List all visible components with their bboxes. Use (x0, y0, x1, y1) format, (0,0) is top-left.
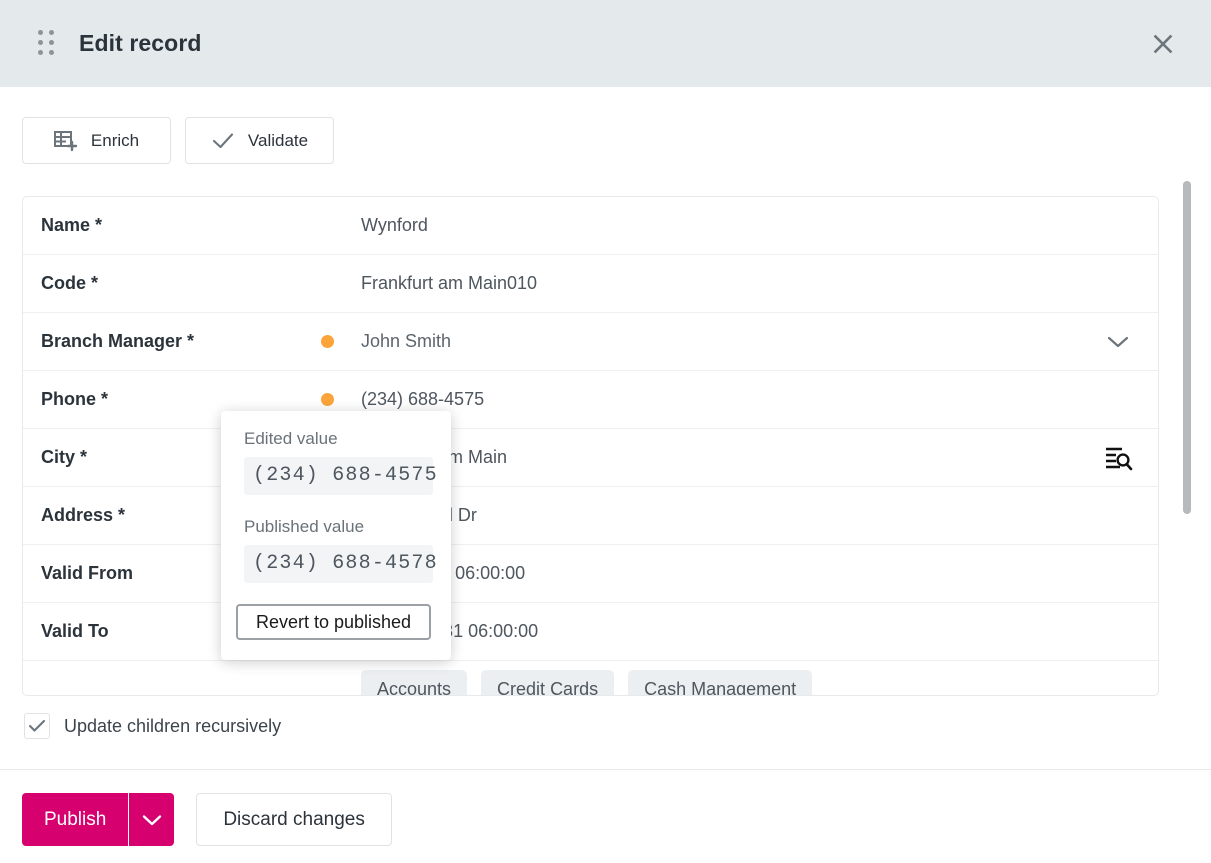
update-children-recursively-label[interactable]: Update children recursively (64, 716, 281, 737)
table-row: Name * Wynford (23, 197, 1158, 255)
change-indicator-branch-manager[interactable] (321, 335, 361, 348)
table-row: Valid To 2029 Dec 31 06:00:00 (23, 603, 1158, 661)
close-button[interactable] (1141, 22, 1185, 66)
form-scrollbar-thumb[interactable] (1183, 181, 1191, 514)
published-value: (234) 688-4578 (244, 545, 433, 583)
edited-value-label: Edited value (244, 429, 433, 449)
edit-record-dialog: Edit record Enrich Val (0, 0, 1211, 863)
publish-button[interactable]: Publish (22, 793, 128, 846)
enrich-button[interactable]: Enrich (22, 117, 171, 164)
field-label-branch-manager: Branch Manager * (23, 331, 321, 352)
field-label-phone: Phone * (23, 389, 321, 410)
field-value-valid-to[interactable]: 2029 Dec 31 06:00:00 (361, 621, 1078, 642)
field-value-branch-manager[interactable]: John Smith (361, 331, 1078, 352)
update-children-recursively-row: Update children recursively (24, 713, 281, 739)
field-label-code: Code * (23, 273, 321, 294)
row-action-slot (1078, 444, 1158, 472)
table-row: City * Frankfurt am Main (23, 429, 1158, 487)
chip-accounts[interactable]: Accounts (361, 670, 467, 696)
field-value-phone[interactable]: (234) 688-4575 (361, 389, 1078, 410)
value-history-popover: Edited value (234) 688-4575 Published va… (221, 411, 451, 660)
row-action-slot (1078, 334, 1158, 350)
field-value-name[interactable]: Wynford (361, 215, 1078, 236)
field-value-code[interactable]: Frankfurt am Main010 (361, 273, 1078, 294)
edited-value: (234) 688-4575 (244, 457, 433, 495)
publish-dropdown-button[interactable] (129, 793, 174, 846)
validate-label: Validate (248, 131, 308, 151)
validate-button[interactable]: Validate (185, 117, 334, 164)
record-toolbar: Enrich Validate (22, 117, 334, 164)
dialog-header: Edit record (0, 0, 1211, 87)
table-row: Phone * (234) 688-4575 (23, 371, 1158, 429)
close-icon (1150, 31, 1176, 57)
record-form: Name * Wynford Code * Frankfurt am Main0… (22, 196, 1159, 696)
change-indicator-phone[interactable] (321, 393, 361, 406)
table-row: Branch Manager * John Smith (23, 313, 1158, 371)
published-value-label: Published value (244, 517, 433, 537)
chevron-down-icon (141, 813, 163, 827)
table-row-chips: Accounts Credit Cards Cash Management (23, 661, 1158, 696)
dialog-footer: Publish Discard changes (22, 793, 392, 846)
field-label-name: Name * (23, 215, 321, 236)
drag-dots-icon[interactable] (36, 31, 58, 57)
text-search-icon[interactable] (1103, 444, 1133, 472)
field-value-valid-from[interactable]: 2020 Jan 1 06:00:00 (361, 563, 1078, 584)
discard-changes-button[interactable]: Discard changes (196, 793, 392, 846)
footer-divider (0, 769, 1211, 770)
page-title: Edit record (79, 30, 202, 57)
field-value-address[interactable]: 73 Wynford Dr (361, 505, 1078, 526)
update-children-recursively-checkbox[interactable] (24, 713, 50, 739)
check-icon (28, 719, 46, 733)
publish-split-button: Publish (22, 793, 174, 846)
table-add-icon (54, 130, 78, 152)
revert-to-published-button[interactable]: Revert to published (236, 604, 431, 640)
enrich-label: Enrich (91, 131, 139, 151)
chevron-down-icon[interactable] (1105, 334, 1131, 350)
chip-list: Accounts Credit Cards Cash Management (361, 670, 812, 696)
chip-cash-management[interactable]: Cash Management (628, 670, 812, 696)
form-scrollbar[interactable] (1183, 196, 1193, 696)
check-icon (211, 131, 235, 151)
publish-divider (128, 793, 129, 846)
table-row: Valid From 2020 Jan 1 06:00:00 (23, 545, 1158, 603)
field-value-city[interactable]: Frankfurt am Main (361, 447, 1078, 468)
table-row: Code * Frankfurt am Main010 (23, 255, 1158, 313)
table-row: Address * 73 Wynford Dr (23, 487, 1158, 545)
chip-credit-cards[interactable]: Credit Cards (481, 670, 614, 696)
